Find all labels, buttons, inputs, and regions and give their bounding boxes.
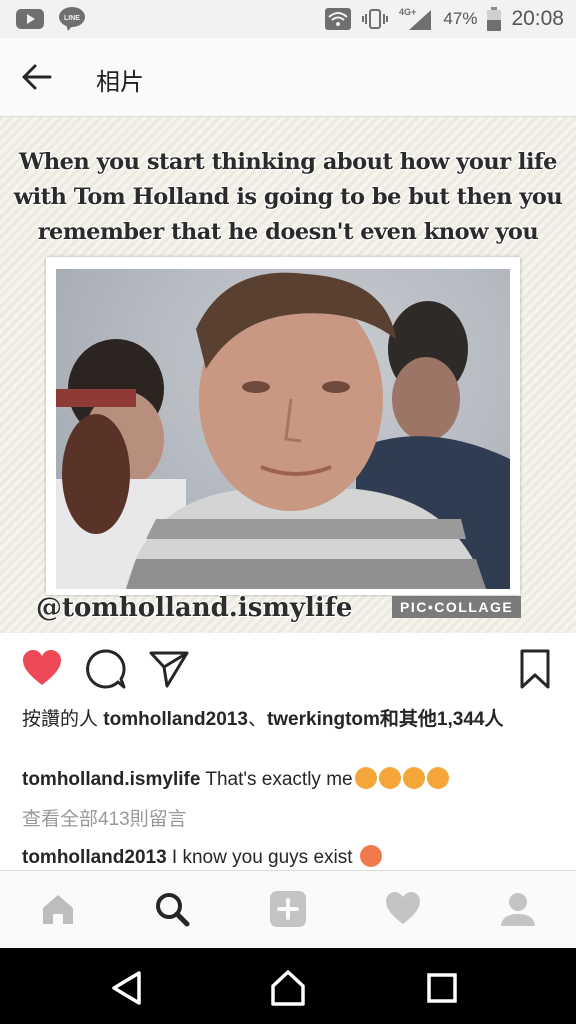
svg-text:4G+: 4G+ bbox=[399, 7, 416, 17]
home-icon[interactable] bbox=[38, 889, 78, 929]
photo-caption-line: with Tom Holland is going to be but then… bbox=[13, 184, 563, 210]
add-post-icon[interactable] bbox=[268, 889, 308, 929]
recents-square-icon[interactable] bbox=[422, 968, 462, 1008]
comment-icon[interactable] bbox=[85, 648, 127, 690]
status-bar: LINE 4G+ 47% 20:08 bbox=[0, 0, 576, 38]
page-title: 相片 bbox=[96, 69, 144, 96]
wifi-icon bbox=[325, 8, 352, 30]
photo-watermark: @tomholland.ismylife bbox=[36, 593, 353, 623]
home-circle-icon[interactable] bbox=[268, 968, 308, 1008]
view-all-comments-link[interactable]: 查看全部413則留言 bbox=[22, 806, 187, 834]
comment-text: I know you guys exist bbox=[166, 847, 358, 868]
likes-line: 按讚的人 tomholland2013、twerkingtom和其他1,344人 bbox=[22, 706, 562, 734]
system-nav-bar bbox=[0, 948, 576, 1024]
signal-icon: 4G+ bbox=[399, 7, 432, 30]
tired-face-emoji-icon bbox=[354, 767, 377, 789]
post-actions bbox=[0, 640, 576, 700]
battery-icon bbox=[487, 7, 502, 31]
profile-icon[interactable] bbox=[498, 889, 538, 929]
clock: 20:08 bbox=[511, 7, 564, 30]
comment-username[interactable]: tomholland2013 bbox=[22, 847, 167, 868]
search-icon[interactable] bbox=[152, 889, 192, 929]
svg-text:LINE: LINE bbox=[64, 15, 80, 22]
persevering-face-emoji-icon bbox=[426, 767, 449, 789]
likes-prefix: 按讚的人 bbox=[22, 709, 104, 730]
post-photo[interactable]: When you start thinking about how your l… bbox=[0, 117, 576, 633]
liker-username[interactable]: twerkingtom bbox=[267, 709, 380, 730]
heart-icon[interactable] bbox=[21, 648, 63, 690]
youtube-icon bbox=[16, 9, 44, 29]
tired-face-emoji-icon bbox=[378, 767, 401, 789]
battery-percent: 47% bbox=[443, 9, 478, 28]
arrow-left-icon[interactable] bbox=[20, 60, 54, 94]
post-caption: tomholland.ismylife That's exactly me bbox=[22, 766, 562, 794]
photo-frame bbox=[46, 257, 520, 595]
kissing-face-emoji-icon bbox=[359, 845, 382, 867]
caption-username[interactable]: tomholland.ismylife bbox=[22, 769, 200, 790]
share-icon[interactable] bbox=[148, 648, 190, 690]
portrait-illustration bbox=[56, 272, 510, 589]
bookmark-icon[interactable] bbox=[514, 648, 556, 690]
photo-caption-line: When you start thinking about how your l… bbox=[18, 149, 558, 175]
caption-text: That's exactly me bbox=[200, 769, 353, 790]
likes-separator: 、 bbox=[247, 709, 267, 730]
bottom-tab-bar bbox=[0, 870, 576, 948]
likes-count[interactable]: 和其他1,344人 bbox=[380, 709, 504, 730]
vibrate-icon bbox=[362, 9, 389, 29]
liker-username[interactable]: tomholland2013 bbox=[103, 709, 248, 730]
persevering-face-emoji-icon bbox=[402, 767, 425, 789]
back-triangle-icon[interactable] bbox=[107, 968, 147, 1008]
app-header: 相片 bbox=[0, 38, 576, 117]
line-icon: LINE bbox=[59, 7, 85, 31]
comment-row: tomholland2013 I know you guys exist bbox=[22, 844, 562, 872]
portrait-image bbox=[56, 269, 510, 589]
heart-activity-icon[interactable] bbox=[383, 889, 423, 929]
piccollage-badge: PIC•COLLAGE bbox=[392, 596, 522, 618]
